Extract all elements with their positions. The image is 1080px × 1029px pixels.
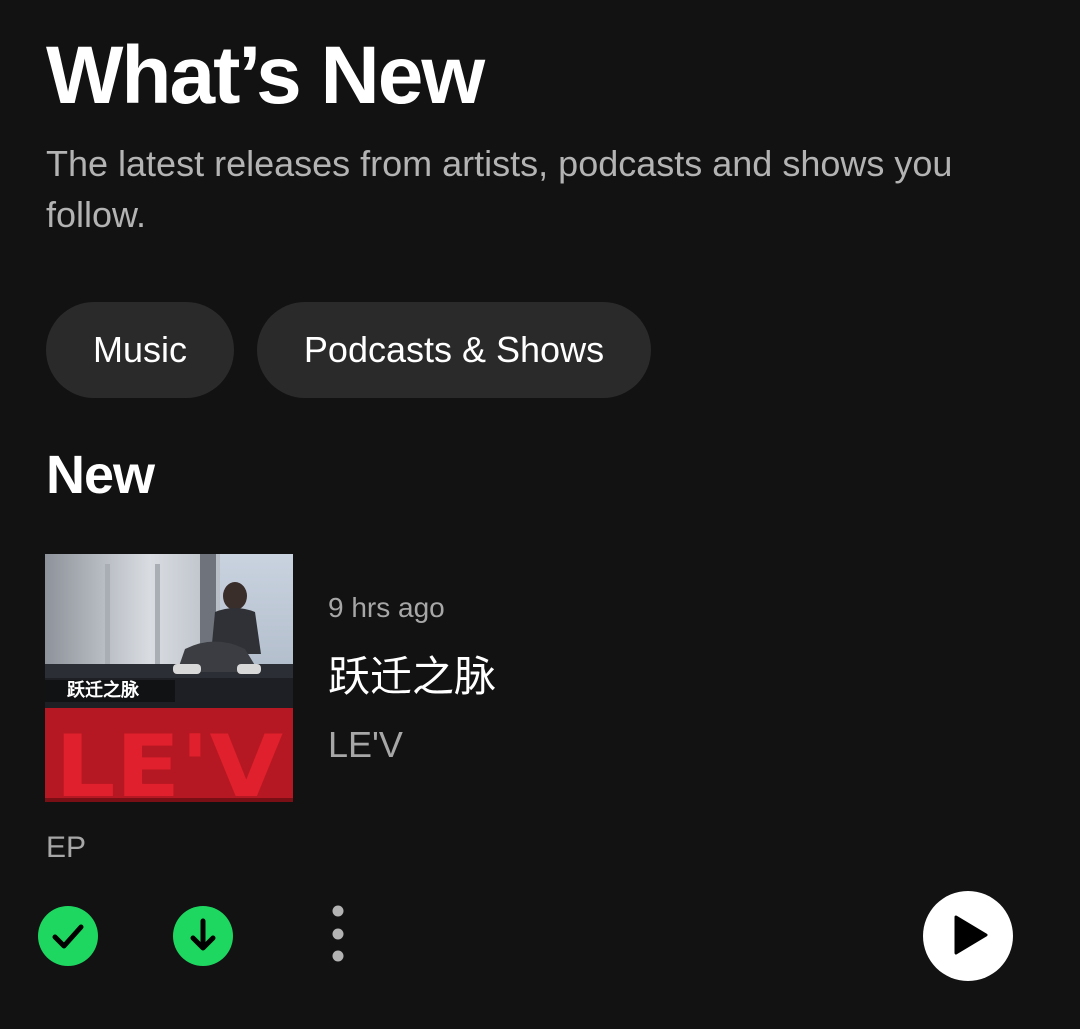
section-title-new: New <box>46 445 155 505</box>
check-circle-icon <box>38 906 98 966</box>
more-vertical-icon <box>332 905 344 962</box>
added-to-library-button[interactable] <box>37 905 99 967</box>
release-cover-art[interactable]: 跃迁之脉 LE'V <box>45 554 293 802</box>
page-title: What’s New <box>46 30 485 121</box>
more-options-button[interactable] <box>318 900 358 970</box>
filter-chip-music[interactable]: Music <box>46 302 234 398</box>
release-type: EP <box>46 831 87 864</box>
download-button[interactable] <box>172 905 234 967</box>
release-artist[interactable]: LE'V <box>328 722 403 768</box>
page-subtitle: The latest releases from artists, podcas… <box>46 143 953 235</box>
album-artwork: 跃迁之脉 LE'V <box>45 554 293 802</box>
cover-logo-text: LE'V <box>55 717 283 802</box>
filter-chip-podcasts-shows[interactable]: Podcasts & Shows <box>257 302 651 398</box>
cover-overlay-text: 跃迁之脉 <box>67 679 140 701</box>
release-time: 9 hrs ago <box>328 592 445 623</box>
play-button[interactable] <box>922 890 1014 982</box>
release-title[interactable]: 跃迁之脉 <box>328 650 496 704</box>
download-circle-icon <box>173 906 233 966</box>
